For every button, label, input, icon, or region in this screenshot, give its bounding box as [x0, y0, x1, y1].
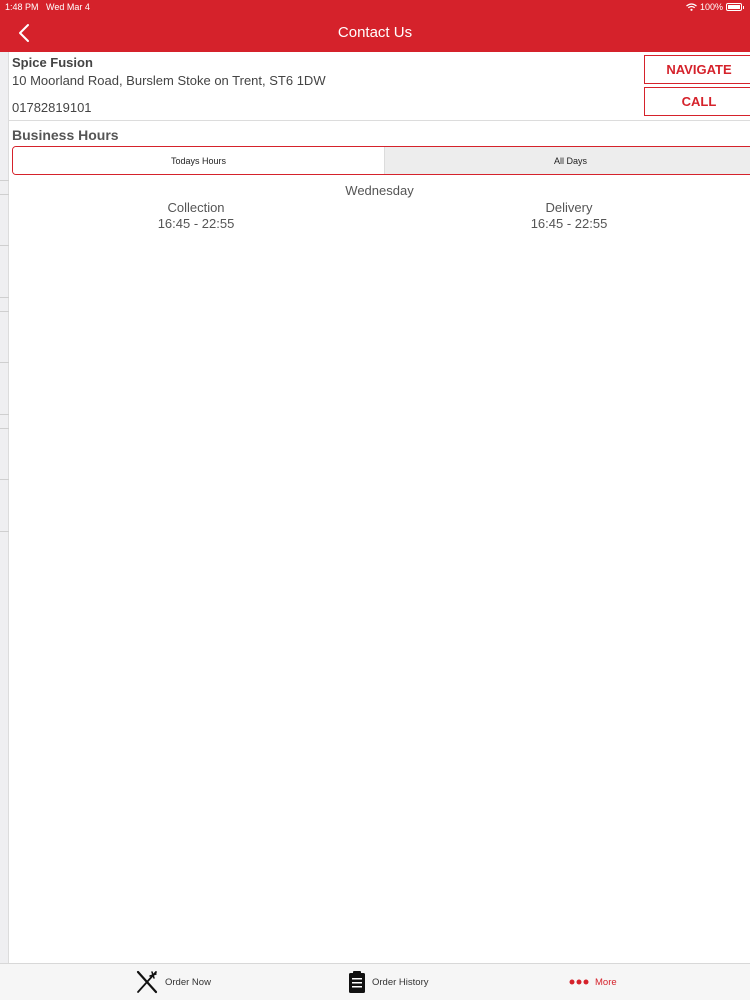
restaurant-phone: 01782819101 [12, 100, 92, 115]
tab-more[interactable]: More [569, 969, 617, 995]
navigate-button[interactable]: NAVIGATE [644, 55, 750, 84]
bottom-tab-bar: Order Now Order History More [0, 963, 750, 1000]
status-bar: 1:48 PM Wed Mar 4 100% [0, 0, 750, 14]
day-label: Wednesday [345, 183, 414, 198]
fork-knife-icon [136, 970, 158, 994]
tab-order-history-label: Order History [372, 976, 429, 988]
collection-label: Collection [167, 200, 225, 215]
call-button[interactable]: CALL [644, 87, 750, 116]
status-clock: 1:48 PM [5, 2, 39, 12]
delivery-label: Delivery [545, 200, 593, 215]
clipboard-icon [349, 971, 365, 993]
status-right: 100% [686, 2, 744, 12]
restaurant-name: Spice Fusion [12, 55, 93, 70]
contact-info: Spice Fusion 10 Moorland Road, Burslem S… [9, 52, 750, 121]
business-hours-title: Business Hours [12, 127, 119, 143]
wifi-icon [686, 3, 697, 11]
more-dots-icon [569, 979, 589, 985]
collection-hours: Collection 16:45 - 22:55 [46, 200, 346, 232]
battery-icon [726, 3, 744, 11]
hours-segmented-control: Todays Hours All Days [12, 146, 750, 175]
tab-all-days[interactable]: All Days [385, 147, 750, 174]
left-edge-strip [0, 52, 9, 964]
battery-percent: 100% [699, 2, 723, 12]
nav-header: 1:48 PM Wed Mar 4 100% Contact Us [0, 0, 750, 52]
page-title: Contact Us [337, 24, 413, 41]
tab-todays-hours[interactable]: Todays Hours [13, 147, 385, 174]
tab-order-now[interactable]: Order Now [135, 969, 211, 995]
delivery-time: 16:45 - 22:55 [530, 216, 608, 231]
tab-order-history[interactable]: Order History [348, 969, 428, 995]
tab-more-label: More [595, 976, 617, 988]
restaurant-address: 10 Moorland Road, Burslem Stoke on Trent… [12, 73, 326, 88]
tab-order-now-label: Order Now [165, 976, 211, 988]
delivery-hours: Delivery 16:45 - 22:55 [419, 200, 719, 232]
collection-time: 16:45 - 22:55 [157, 216, 235, 231]
status-time: 1:48 PM Wed Mar 4 [5, 2, 90, 12]
status-date: Wed Mar 4 [46, 2, 90, 12]
